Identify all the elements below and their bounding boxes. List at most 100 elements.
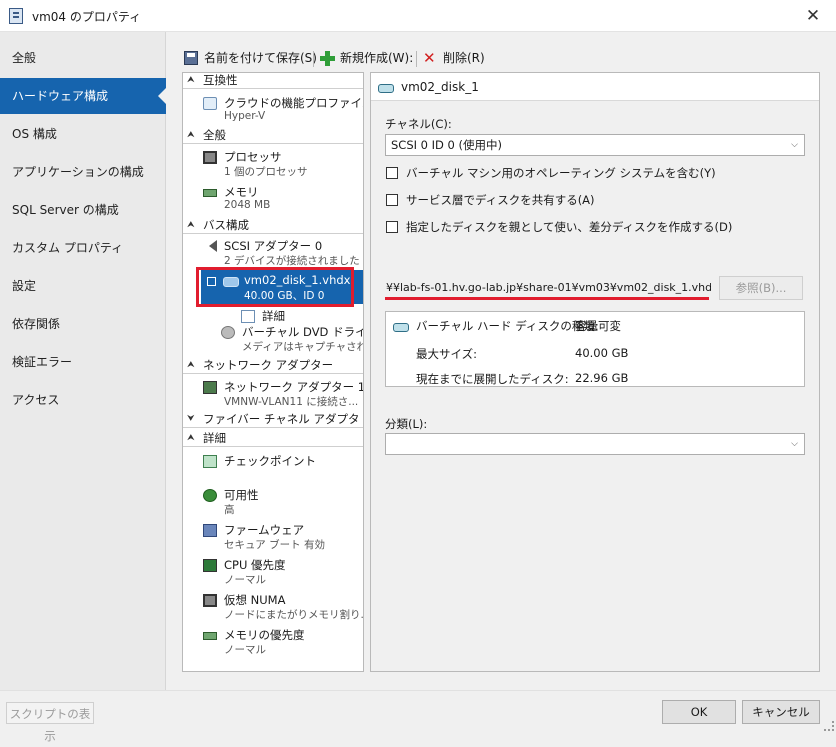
section-label: バス構成 bbox=[203, 218, 249, 232]
cpu-priority-icon bbox=[203, 559, 217, 572]
collapse-icon: ⮝ bbox=[187, 73, 195, 88]
browse-button[interactable]: 参照(B)... bbox=[719, 276, 803, 300]
view-script-button[interactable]: スクリプトの表示 bbox=[6, 702, 94, 724]
tree-item-title: クラウドの機能プロファイル bbox=[224, 95, 364, 111]
tree-item-subtitle: ノーマル bbox=[224, 642, 266, 657]
save-as-label: 名前を付けて保存(S) bbox=[204, 51, 317, 65]
disk-path-field[interactable]: ¥¥lab-fs-01.hv.go-lab.jp¥share-01¥vm03¥v… bbox=[386, 277, 711, 299]
tree-item-title: CPU 優先度 bbox=[224, 557, 286, 573]
toolbar-separator bbox=[313, 51, 314, 67]
checkbox-box[interactable] bbox=[386, 194, 398, 206]
section-label: 互換性 bbox=[203, 73, 238, 87]
detail-icon bbox=[241, 310, 255, 323]
disk-icon bbox=[378, 84, 394, 93]
tree-item-title: チェックポイント bbox=[224, 453, 316, 469]
ok-button[interactable]: OK bbox=[662, 700, 736, 724]
tree-item-title: SCSI アダプター 0 bbox=[224, 238, 322, 254]
disk-type-value: 容量可変 bbox=[575, 318, 621, 334]
detail-panel: vm02_disk_1 チャネル(C): SCSI 0 ID 0 (使用中) ⌵… bbox=[370, 72, 820, 672]
tree-item-title: 詳細 bbox=[262, 308, 285, 324]
nav-item-os[interactable]: OS 構成 bbox=[0, 116, 166, 152]
scsi-adapter-icon bbox=[203, 240, 217, 252]
numa-icon bbox=[203, 594, 217, 607]
section-network[interactable]: ⮝ ネットワーク アダプター bbox=[183, 358, 363, 374]
tree-item-subtitle: セキュア ブート 有効 bbox=[224, 537, 325, 552]
classification-dropdown[interactable]: ⌵ bbox=[385, 433, 805, 455]
memory-icon bbox=[203, 189, 217, 197]
tree-item-subtitle: 2048 MB bbox=[224, 199, 270, 211]
tree-item-subtitle: 2 デバイスが接続されました bbox=[224, 253, 360, 268]
delete-label: 削除(R) bbox=[443, 51, 485, 65]
checkbox-box[interactable] bbox=[386, 221, 398, 233]
collapse-icon: ⮝ bbox=[187, 358, 195, 373]
section-label: ネットワーク アダプター bbox=[203, 358, 333, 372]
save-as-button[interactable]: 名前を付けて保存(S) bbox=[184, 48, 317, 68]
title-bar: vm04 のプロパティ ✕ bbox=[0, 0, 836, 32]
checkbox-contains-os[interactable]: バーチャル マシン用のオペレーティング システムを含む(Y) bbox=[386, 164, 816, 182]
nav-item-general[interactable]: 全般 bbox=[0, 40, 166, 76]
firmware-icon bbox=[203, 524, 217, 537]
availability-icon bbox=[203, 489, 217, 502]
disk-info-panel: バーチャル ハード ディスクの種類: 容量可変 最大サイズ: 40.00 GB … bbox=[385, 311, 805, 387]
nav-item-custom-props[interactable]: カスタム プロパティ bbox=[0, 230, 166, 266]
section-bus[interactable]: ⮝バス構成 bbox=[183, 218, 363, 234]
max-size-value: 40.00 GB bbox=[575, 346, 628, 360]
tree-item-title: 仮想 NUMA bbox=[224, 592, 285, 608]
detail-title: vm02_disk_1 bbox=[401, 80, 479, 94]
checkbox-label: バーチャル マシン用のオペレーティング システムを含む(Y) bbox=[406, 165, 716, 181]
nav-item-hardware[interactable]: ハードウェア構成 bbox=[0, 78, 166, 114]
nav-item-sql[interactable]: SQL Server の構成 bbox=[0, 192, 166, 228]
resize-grip-icon[interactable] bbox=[824, 721, 834, 731]
nav-item-dependencies[interactable]: 依存関係 bbox=[0, 306, 166, 342]
nav-item-validation[interactable]: 検証エラー bbox=[0, 344, 166, 380]
expanded-label: 現在までに展開したディスク: bbox=[416, 371, 569, 387]
checkbox-box[interactable] bbox=[386, 167, 398, 179]
expanded-value: 22.96 GB bbox=[575, 371, 628, 385]
delete-icon: ✕ bbox=[423, 51, 437, 65]
section-compat[interactable]: ⮝ 互換性 bbox=[183, 73, 363, 89]
channel-dropdown[interactable]: SCSI 0 ID 0 (使用中) ⌵ bbox=[385, 134, 805, 156]
hardware-tree: ⮝互換性 クラウドの機能プロファイル Hyper-V ⮝全般 プロセッサ 1 個… bbox=[182, 72, 364, 672]
nav-item-settings[interactable]: 設定 bbox=[0, 268, 166, 304]
collapse-icon: ⮝ bbox=[187, 128, 195, 143]
nav-item-application[interactable]: アプリケーションの構成 bbox=[0, 154, 166, 190]
section-label: 詳細 bbox=[203, 431, 226, 445]
window-title: vm04 のプロパティ bbox=[32, 8, 141, 25]
save-icon bbox=[184, 51, 198, 65]
tree-item-subtitle: メディアはキャプチャされ... bbox=[242, 339, 364, 354]
close-icon[interactable]: ✕ bbox=[800, 3, 826, 29]
expand-icon: ⮟ bbox=[187, 412, 195, 427]
toolbar-separator bbox=[416, 51, 417, 67]
channel-value: SCSI 0 ID 0 (使用中) bbox=[391, 138, 502, 152]
checkbox-share-disk[interactable]: サービス層でディスクを共有する(A) bbox=[386, 191, 816, 209]
tree-item-title: ファームウェア bbox=[224, 522, 304, 538]
toolbar: 名前を付けて保存(S) 新規作成(W): ✕ 削除(R) bbox=[166, 44, 836, 72]
path-underline-highlight bbox=[385, 297, 709, 300]
cancel-button[interactable]: キャンセル bbox=[742, 700, 820, 724]
left-navigation: 全般 ハードウェア構成 OS 構成 アプリケーションの構成 SQL Server… bbox=[0, 32, 166, 690]
checkbox-label: サービス層でディスクを共有する(A) bbox=[406, 192, 595, 208]
checkpoint-icon bbox=[203, 455, 217, 468]
nav-item-access[interactable]: アクセス bbox=[0, 382, 166, 418]
dvd-icon bbox=[221, 326, 235, 339]
collapse-icon: ⮝ bbox=[187, 431, 195, 446]
delete-button[interactable]: ✕ 削除(R) bbox=[423, 48, 485, 68]
chevron-down-icon: ⌵ bbox=[791, 434, 798, 454]
checkbox-label: 指定したディスクを親として使い、差分ディスクを作成する(D) bbox=[406, 219, 732, 235]
channel-label: チャネル(C): bbox=[385, 116, 452, 132]
checkbox-differencing-disk[interactable]: 指定したディスクを親として使い、差分ディスクを作成する(D) bbox=[386, 218, 816, 236]
section-details[interactable]: ⮝ 詳細 bbox=[183, 431, 363, 447]
tree-item-title: メモリの優先度 bbox=[224, 627, 305, 643]
section-fibre-channel[interactable]: ⮟ファイバー チャネル アダプター bbox=[183, 412, 363, 428]
section-general[interactable]: ⮝ 全般 bbox=[183, 128, 363, 144]
new-button[interactable]: 新規作成(W): bbox=[320, 48, 413, 68]
chevron-down-icon: ⌵ bbox=[791, 135, 798, 155]
cloud-profile-icon bbox=[203, 97, 217, 110]
tree-item-title: バーチャル DVD ドライブ bbox=[242, 324, 364, 340]
disk-icon bbox=[393, 323, 409, 332]
section-label: 全般 bbox=[203, 128, 226, 142]
disk-type-label: バーチャル ハード ディスクの種類: bbox=[416, 318, 599, 334]
tree-item-title: ネットワーク アダプター 1 bbox=[224, 379, 364, 395]
detail-header: vm02_disk_1 bbox=[371, 73, 819, 101]
window-app-icon bbox=[9, 8, 23, 24]
